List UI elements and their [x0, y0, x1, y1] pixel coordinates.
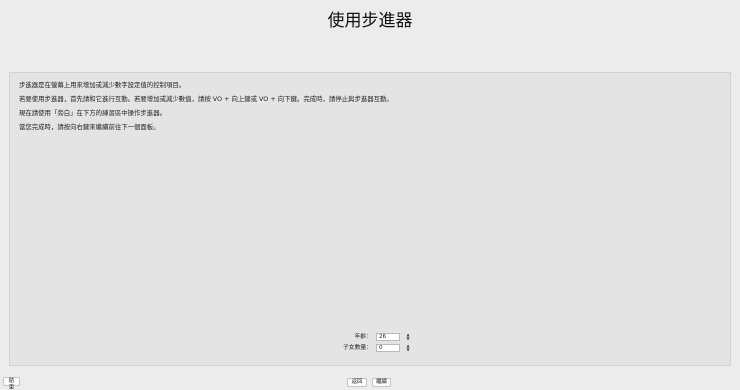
age-label: 年齡： [354, 334, 372, 340]
instruction-paragraph: 現在請使用「旁白」在下方的練習區中操作步進器。 [19, 109, 166, 117]
instruction-paragraph: 步進器是在螢幕上用來增加或減少數字設定值的控制項目。 [19, 81, 186, 89]
instruction-paragraph: 若要使用步進器，首先請和它進行互動。若要增加或減少數值，請按 VO + 向上鍵或… [19, 95, 393, 103]
end-button[interactable]: 結束 [3, 377, 20, 390]
children-stepper: 子女數量： 0 ▲ ▼ [310, 344, 430, 353]
children-stepper-arrows[interactable]: ▲ ▼ [405, 344, 411, 352]
page-title: 使用步進器 [327, 11, 413, 31]
instruction-paragraph: 當您完成時，請按向右鍵來繼續前往下一個面板。 [19, 123, 160, 131]
age-field[interactable]: 26 [376, 333, 400, 341]
chevron-down-icon[interactable]: ▼ [406, 348, 409, 352]
age-stepper: 年齡： 26 ▲ ▼ [310, 333, 430, 342]
age-stepper-arrows[interactable]: ▲ ▼ [405, 333, 411, 341]
chevron-down-icon[interactable]: ▼ [406, 337, 409, 341]
tutorial-window: 使用步進器 步進器是在螢幕上用來增加或減少數字設定值的控制項目。 若要使用步進器… [0, 0, 740, 390]
instruction-panel: 步進器是在螢幕上用來增加或減少數字設定值的控制項目。 若要使用步進器，首先請和它… [9, 72, 731, 366]
children-field[interactable]: 0 [376, 344, 400, 352]
back-button[interactable]: 返回 [347, 378, 367, 387]
continue-button[interactable]: 繼續 [372, 378, 391, 387]
children-label: 子女數量： [343, 345, 372, 351]
